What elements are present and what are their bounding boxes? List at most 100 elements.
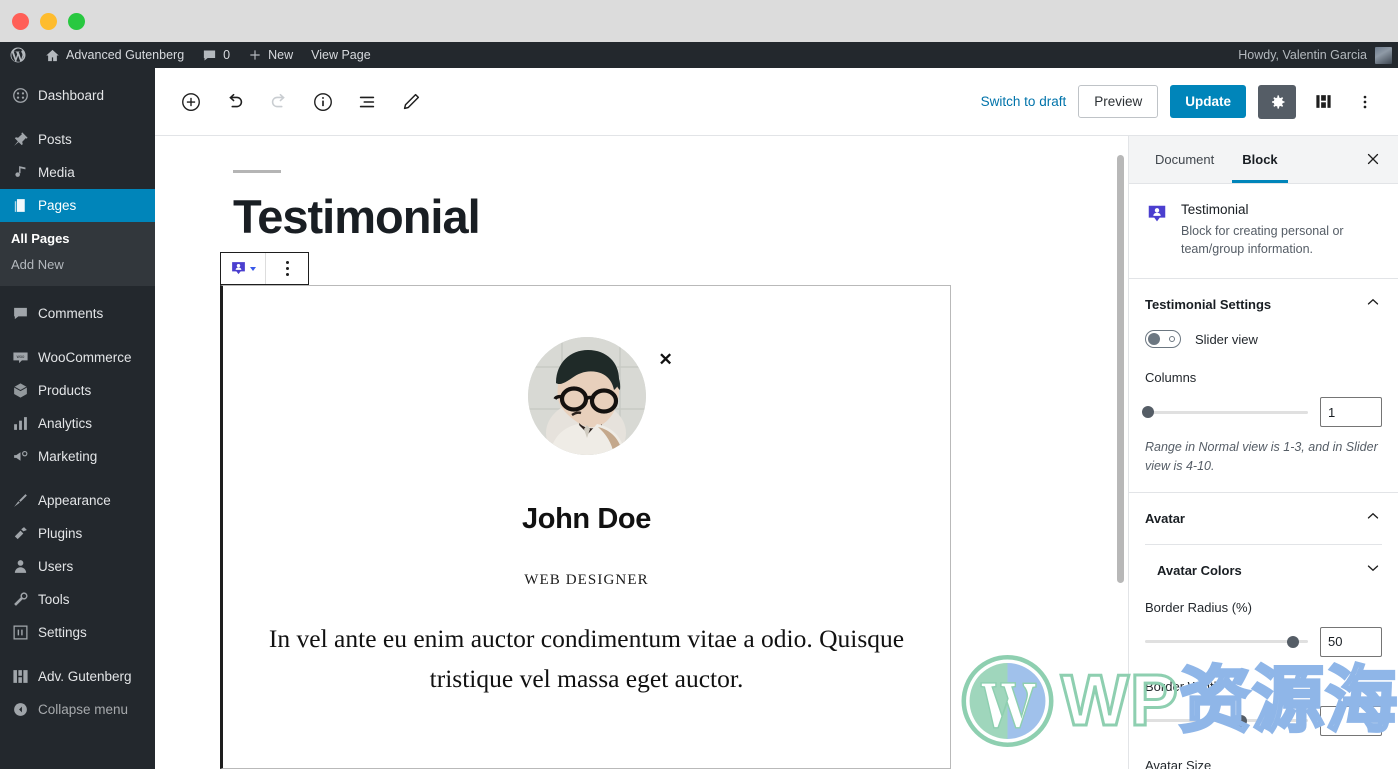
border-radius-slider[interactable] <box>1145 633 1308 651</box>
adminbar-site-name[interactable]: Advanced Gutenberg <box>36 42 193 68</box>
editor-header-tools <box>155 84 429 120</box>
preview-button[interactable]: Preview <box>1078 85 1159 118</box>
sidebar-item-analytics[interactable]: Analytics <box>0 407 155 440</box>
tools-icon <box>11 591 29 609</box>
window-close-button[interactable] <box>12 13 29 30</box>
switch-to-draft-button[interactable]: Switch to draft <box>981 94 1067 109</box>
adminbar-wp-logo[interactable] <box>0 42 36 68</box>
menu-spacer <box>0 473 155 484</box>
slider-thumb[interactable] <box>1235 714 1248 727</box>
slider-track <box>1145 640 1308 644</box>
border-radius-control-row: 50 <box>1145 626 1382 657</box>
comments-icon <box>11 305 29 323</box>
window-zoom-button[interactable] <box>68 13 85 30</box>
pin-icon <box>11 131 29 149</box>
slider-thumb[interactable] <box>1142 406 1155 419</box>
block-more-options-button[interactable] <box>266 253 308 284</box>
block-type-button[interactable] <box>221 253 266 284</box>
border-radius-input[interactable]: 50 <box>1320 626 1382 657</box>
more-options-icon[interactable] <box>1350 85 1380 119</box>
more-options-icon <box>285 261 289 276</box>
panel-avatar-body: Avatar Colors Border Radius (%) 50 Borde… <box>1129 543 1398 769</box>
sidebar-item-woocommerce[interactable]: woo WooCommerce <box>0 341 155 374</box>
testimonial-role[interactable]: WEB DESIGNER <box>223 572 950 589</box>
border-width-input[interactable] <box>1320 705 1382 736</box>
editor-scrollbar[interactable] <box>1117 155 1124 583</box>
marketing-icon <box>11 448 29 466</box>
sidebar-item-products[interactable]: Products <box>0 374 155 407</box>
block-manager-icon[interactable] <box>1308 85 1338 119</box>
redo-icon[interactable] <box>261 84 297 120</box>
svg-text:woo: woo <box>16 354 24 359</box>
editor-header-actions: Switch to draft Preview Update <box>981 84 1398 119</box>
gear-icon[interactable] <box>1258 84 1296 119</box>
testimonial-block-icon <box>1145 202 1169 226</box>
undo-icon[interactable] <box>217 84 253 120</box>
avatar[interactable] <box>527 337 646 455</box>
adminbar-comments[interactable]: 0 <box>193 42 239 68</box>
list-view-icon[interactable] <box>349 84 385 120</box>
update-button[interactable]: Update <box>1170 85 1246 118</box>
window-minimize-button[interactable] <box>40 13 57 30</box>
panel-avatar: Avatar Avatar Colors Border Radius (%) 5… <box>1129 491 1398 769</box>
sidebar-item-users[interactable]: Users <box>0 550 155 583</box>
adminbar-site-label: Advanced Gutenberg <box>66 48 185 62</box>
columns-input[interactable]: 1 <box>1320 397 1382 428</box>
submenu-item-add-new[interactable]: Add New <box>11 252 155 278</box>
panel-avatar-header[interactable]: Avatar <box>1129 493 1398 544</box>
wordpress-icon <box>10 47 26 63</box>
testimonial-quote[interactable]: In vel ante eu enim auctor condimentum v… <box>265 619 908 698</box>
panel-title: Avatar <box>1145 510 1185 526</box>
adminbar-account[interactable]: Howdy, Valentin Garcia <box>1238 46 1398 64</box>
sidebar-item-tools[interactable]: Tools <box>0 583 155 616</box>
appearance-icon <box>11 492 29 510</box>
slider-view-toggle-row: Slider view <box>1145 330 1382 349</box>
sidebar-item-pages[interactable]: Pages <box>0 189 155 222</box>
slider-thumb[interactable] <box>1287 635 1300 648</box>
sidebar-item-plugins[interactable]: Plugins <box>0 517 155 550</box>
remove-avatar-button[interactable]: ✕ <box>659 351 673 368</box>
page-title[interactable]: Testimonial <box>233 191 1128 243</box>
sidebar-item-settings[interactable]: Settings <box>0 616 155 649</box>
plugins-icon <box>11 525 29 543</box>
close-icon[interactable] <box>1364 150 1382 173</box>
add-block-icon[interactable] <box>173 84 209 120</box>
avatar-colors-header[interactable]: Avatar Colors <box>1145 543 1382 596</box>
sidebar-item-media[interactable]: Media <box>0 156 155 189</box>
sidebar-item-appearance[interactable]: Appearance <box>0 484 155 517</box>
panel-testimonial-settings-header[interactable]: Testimonial Settings <box>1129 279 1398 330</box>
testimonial-name[interactable]: John Doe <box>223 503 950 536</box>
toggle-knob <box>1148 333 1160 346</box>
sidebar-item-posts[interactable]: Posts <box>0 123 155 156</box>
menu-spacer <box>0 286 155 297</box>
sidebar-item-collapse-menu[interactable]: Collapse menu <box>0 693 155 726</box>
adminbar-comment-count: 0 <box>223 48 231 62</box>
sidebar-tabs: Document Block <box>1129 136 1398 184</box>
sidebar-item-comments[interactable]: Comments <box>0 297 155 330</box>
block-toolbar <box>220 252 309 285</box>
adminbar-view-page[interactable]: View Page <box>302 42 380 68</box>
tab-document[interactable]: Document <box>1145 136 1224 183</box>
columns-slider[interactable] <box>1142 403 1308 421</box>
editor-header: Switch to draft Preview Update <box>155 68 1398 136</box>
admin-sidebar-menu: Dashboard Posts Media Pages All Pages Ad… <box>0 68 155 769</box>
edit-pencil-icon[interactable] <box>393 84 429 120</box>
title-rule <box>233 170 281 173</box>
toggle-off-indicator <box>1169 336 1175 343</box>
sidebar-item-dashboard[interactable]: Dashboard <box>0 79 155 112</box>
sidebar-item-label: Appearance <box>38 493 111 508</box>
border-width-slider[interactable] <box>1145 712 1308 730</box>
menu-spacer <box>0 330 155 341</box>
sidebar-item-label: WooCommerce <box>38 350 132 365</box>
border-width-control-row <box>1145 705 1382 736</box>
sidebar-item-marketing[interactable]: Marketing <box>0 440 155 473</box>
products-icon <box>11 382 29 400</box>
adminbar-new-label: New <box>268 48 294 62</box>
adminbar-new[interactable]: New <box>239 42 302 68</box>
submenu-item-all-pages[interactable]: All Pages <box>11 226 155 252</box>
testimonial-block[interactable]: ✕ John Doe WEB DESIGNER In vel ante eu e… <box>220 285 951 769</box>
info-icon[interactable] <box>305 84 341 120</box>
slider-view-toggle[interactable] <box>1145 330 1181 349</box>
tab-block[interactable]: Block <box>1232 136 1287 183</box>
sidebar-item-adv-gutenberg[interactable]: Adv. Gutenberg <box>0 660 155 693</box>
